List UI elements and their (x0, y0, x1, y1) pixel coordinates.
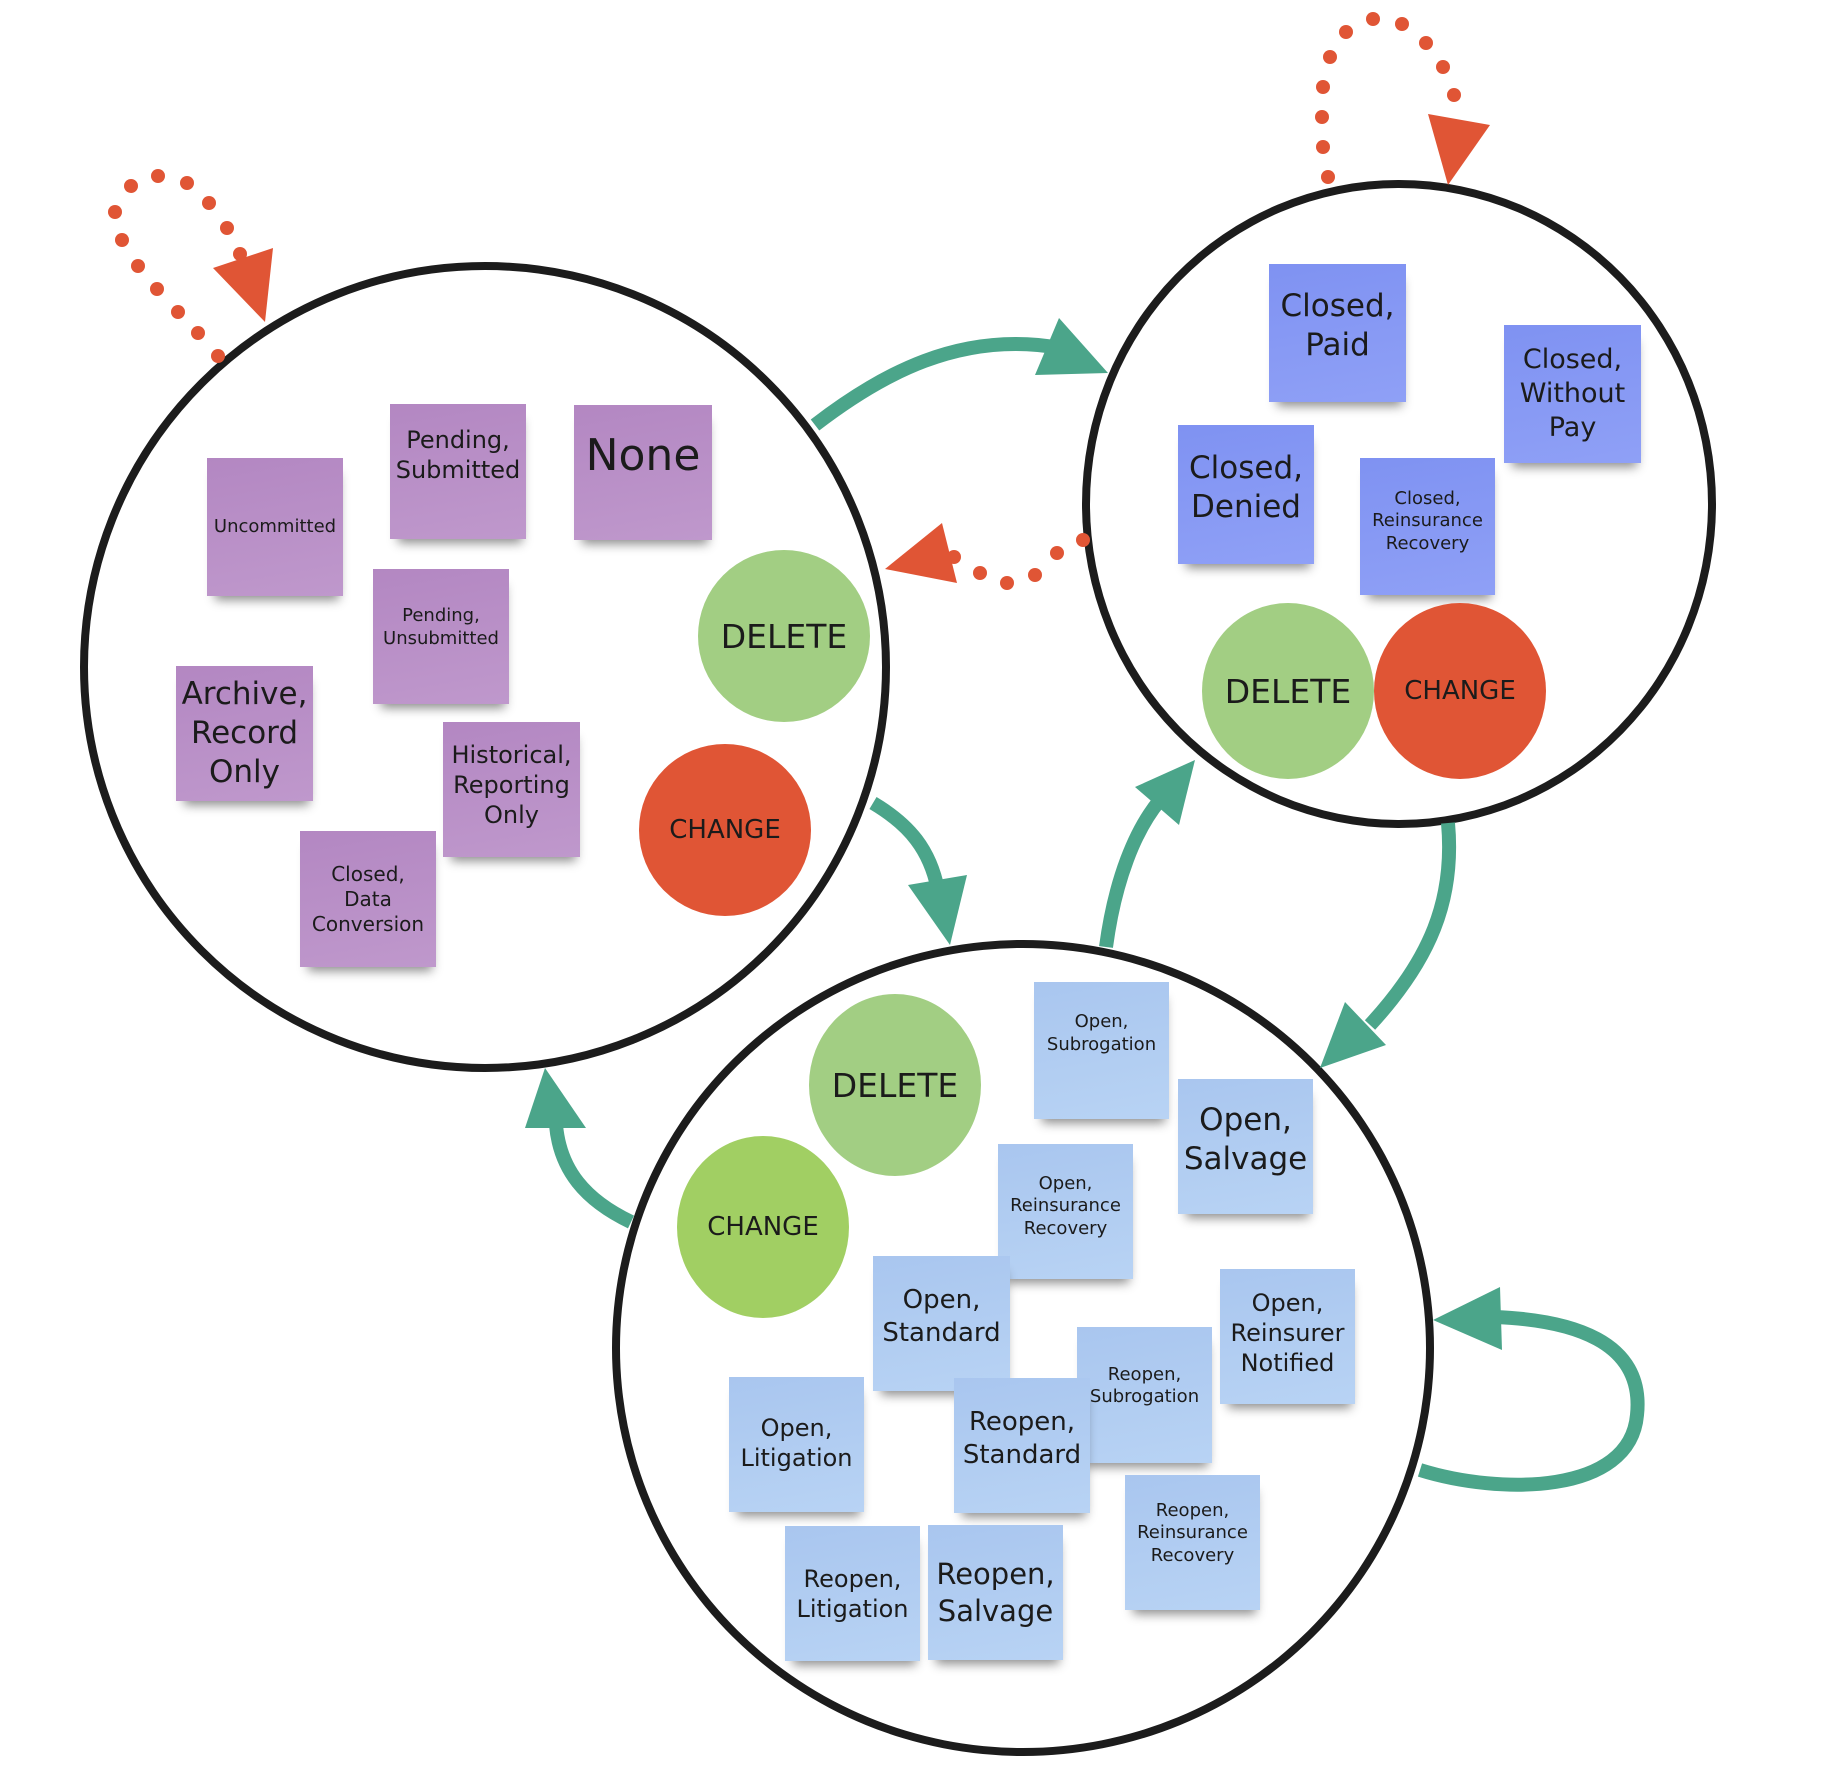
sticky-closed-without-pay[interactable]: Closed, Without Pay (1504, 325, 1641, 463)
open-delete-action[interactable]: DELETE (809, 994, 981, 1176)
sticky-reopen-reinsurance-recovery[interactable]: Reopen, Reinsurance Recovery (1125, 1475, 1260, 1610)
closed-delete-action[interactable]: DELETE (1202, 603, 1374, 779)
sticky-open-subrogation[interactable]: Open, Subrogation (1034, 982, 1169, 1119)
arrow-closed-to-pending-dotted[interactable] (885, 523, 1090, 590)
state-diagram-canvas: Uncommitted Pending, Submitted None Pend… (0, 0, 1826, 1776)
sticky-open-standard[interactable]: Open, Standard (873, 1256, 1010, 1391)
arrow-closed-to-open[interactable] (1320, 822, 1457, 1068)
arrowhead-icon (213, 248, 273, 322)
sticky-uncommitted[interactable]: Uncommitted (207, 458, 343, 596)
open-change-action[interactable]: CHANGE (677, 1136, 849, 1318)
arrow-open-to-closed[interactable] (1099, 760, 1195, 948)
sticky-closed-paid[interactable]: Closed, Paid (1269, 264, 1406, 402)
sticky-reopen-salvage[interactable]: Reopen, Salvage (928, 1525, 1063, 1660)
sticky-reopen-litigation[interactable]: Reopen, Litigation (785, 1526, 920, 1661)
arrow-pending-to-open[interactable] (869, 796, 967, 945)
sticky-closed-denied[interactable]: Closed, Denied (1178, 425, 1314, 564)
sticky-closed-reinsurance-recovery[interactable]: Closed, Reinsurance Recovery (1360, 458, 1495, 595)
arrowhead-icon (908, 875, 967, 945)
sticky-open-reinsurer-notified[interactable]: Open, Reinsurer Notified (1220, 1269, 1355, 1404)
arrow-open-to-pending[interactable] (525, 1068, 635, 1229)
sticky-archive-record-only[interactable]: Archive, Record Only (176, 666, 313, 801)
sticky-open-reinsurance-recovery[interactable]: Open, Reinsurance Recovery (998, 1144, 1133, 1279)
sticky-reopen-subrogation[interactable]: Reopen, Subrogation (1077, 1327, 1212, 1463)
sticky-reopen-standard[interactable]: Reopen, Standard (954, 1378, 1090, 1513)
arrowhead-icon (885, 523, 957, 583)
arrow-pending-self-loop-dotted[interactable] (108, 169, 273, 363)
arrowhead-icon (1428, 114, 1490, 185)
sticky-open-salvage[interactable]: Open, Salvage (1178, 1079, 1313, 1214)
sticky-none[interactable]: None (574, 405, 712, 540)
sticky-historical-reporting-only[interactable]: Historical, Reporting Only (443, 722, 580, 857)
pending-change-action[interactable]: CHANGE (639, 744, 811, 916)
closed-change-action[interactable]: CHANGE (1374, 603, 1546, 779)
arrowhead-icon (1433, 1287, 1502, 1350)
sticky-pending-unsubmitted[interactable]: Pending, Unsubmitted (373, 569, 509, 704)
arrow-closed-self-loop-dotted[interactable] (1315, 12, 1490, 185)
arrow-open-self-loop[interactable] (1417, 1287, 1645, 1492)
transition-arrows (108, 12, 1645, 1492)
arrow-pending-to-closed[interactable] (810, 318, 1108, 431)
sticky-closed-data-conversion[interactable]: Closed, Data Conversion (300, 831, 436, 967)
sticky-pending-submitted[interactable]: Pending, Submitted (390, 404, 526, 539)
pending-delete-action[interactable]: DELETE (698, 550, 870, 722)
sticky-open-litigation[interactable]: Open, Litigation (729, 1377, 864, 1512)
arrowhead-icon (525, 1068, 586, 1128)
